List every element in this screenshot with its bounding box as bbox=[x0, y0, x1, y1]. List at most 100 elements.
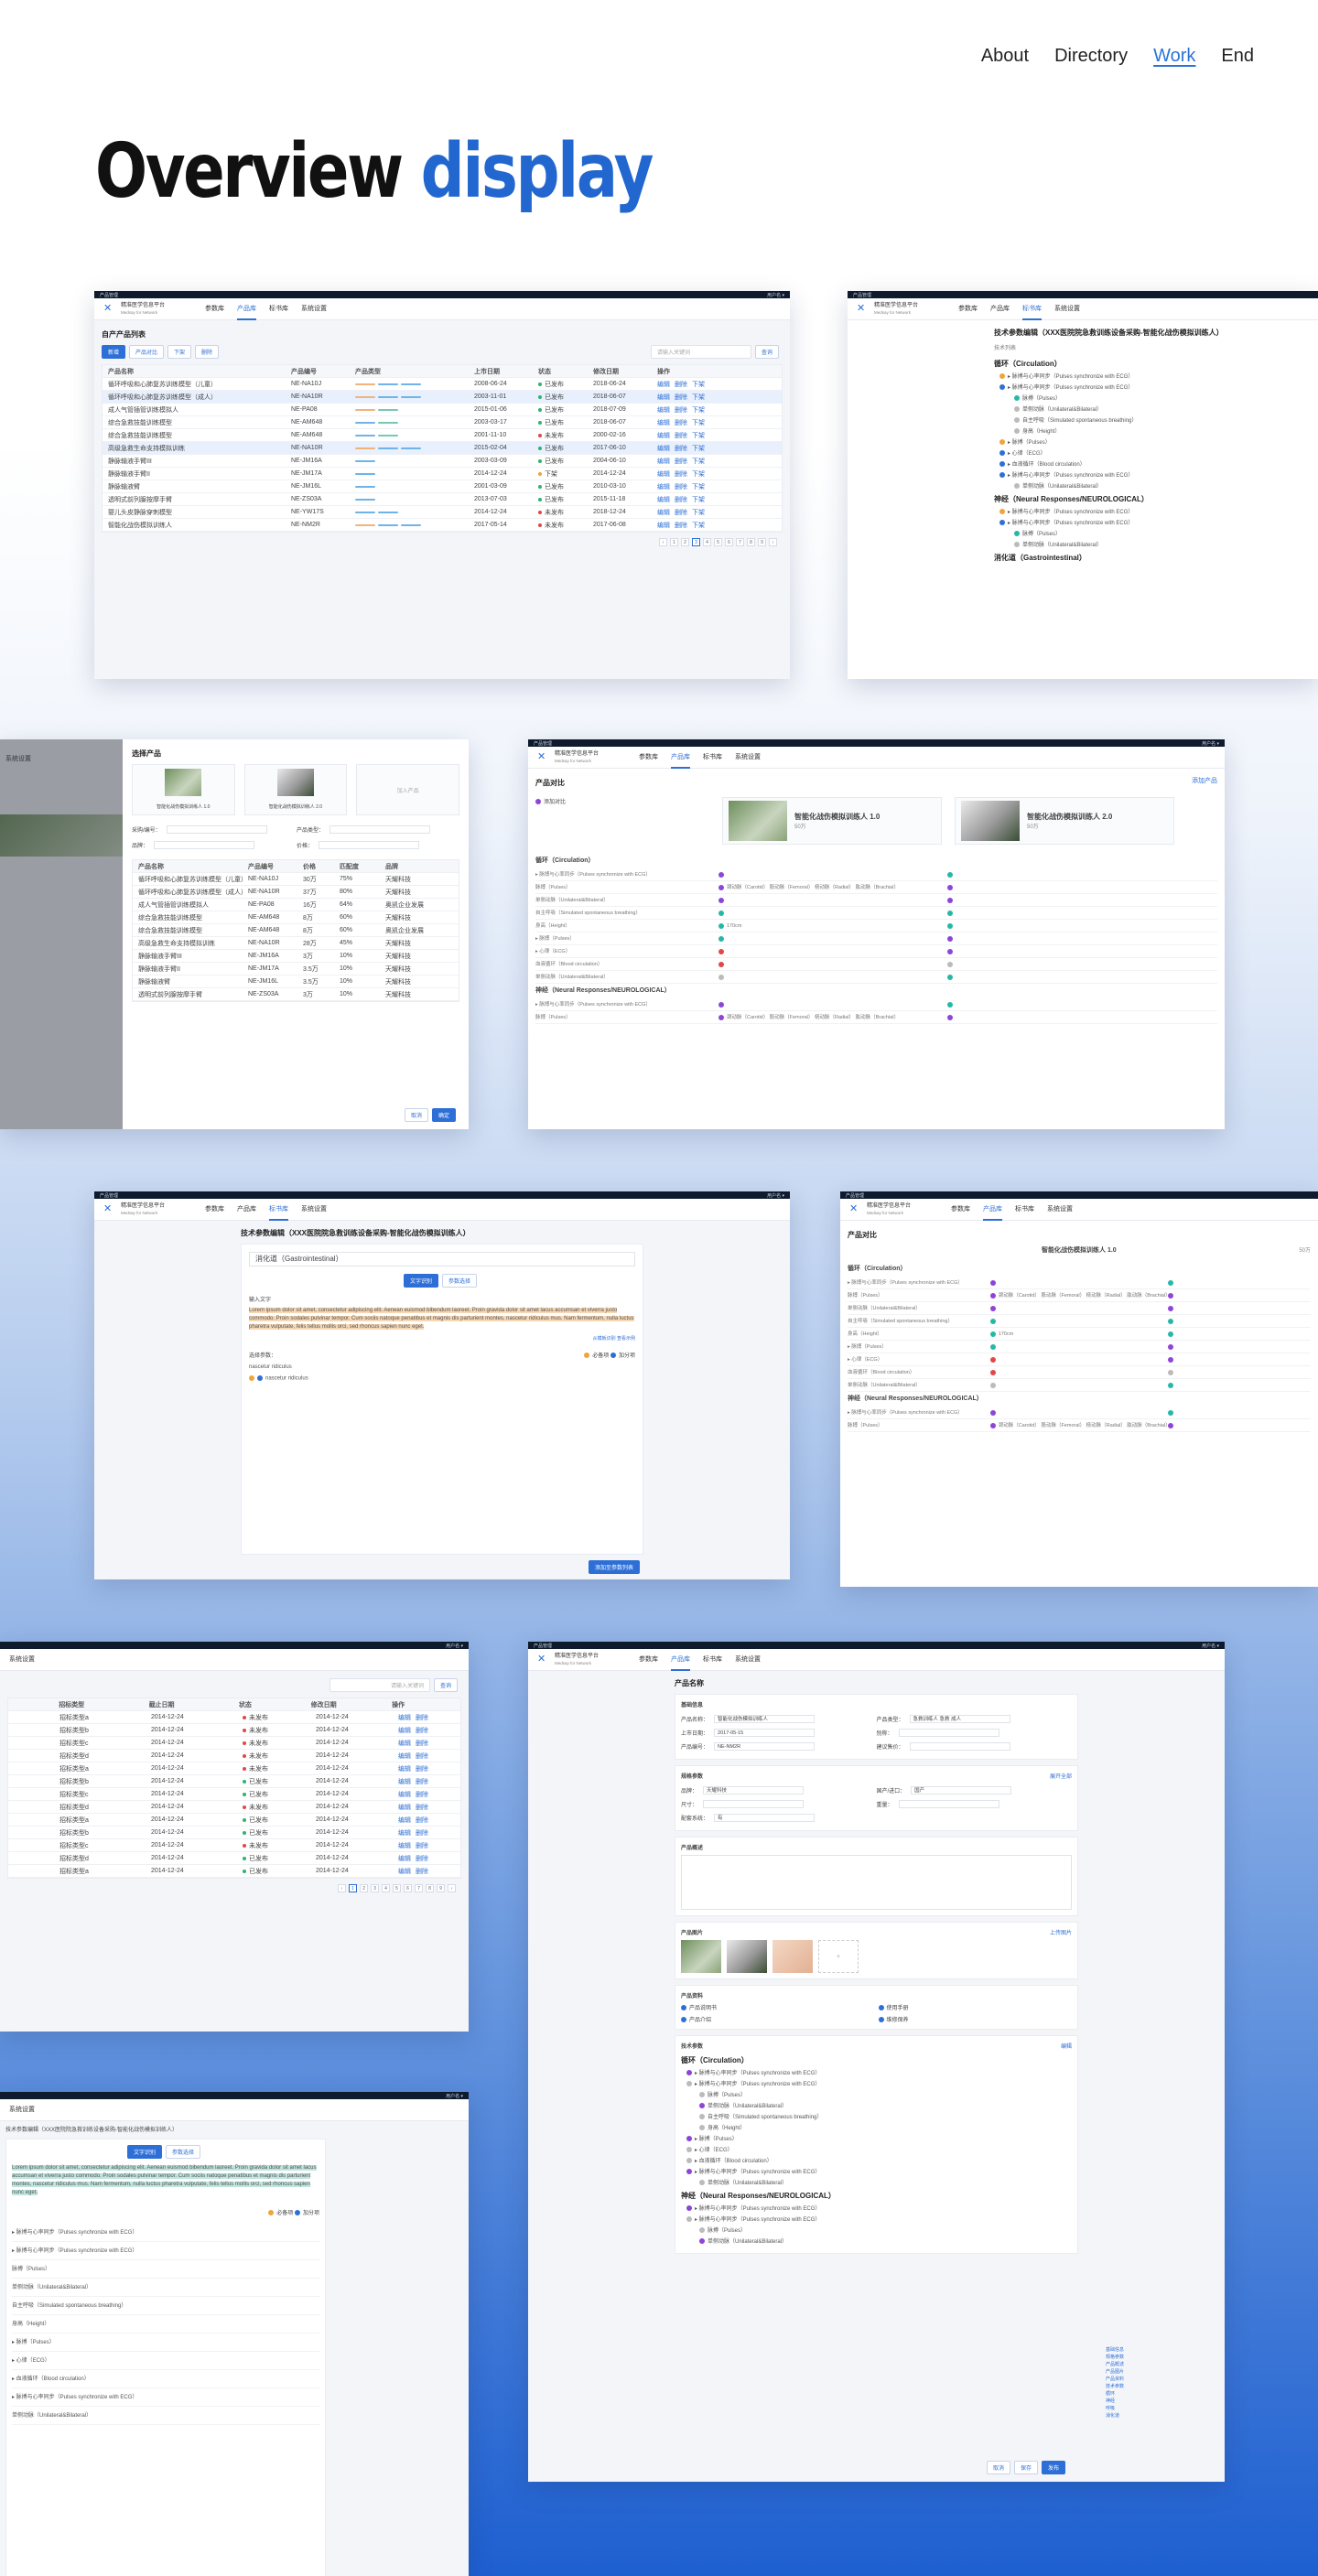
param-row[interactable]: 身高（Height） bbox=[12, 2315, 319, 2333]
row-action-link[interactable]: 删除 bbox=[416, 1856, 428, 1862]
row-action-link[interactable]: 编辑 bbox=[398, 1830, 411, 1837]
row-action-link[interactable]: 编辑 bbox=[398, 1805, 411, 1811]
nav-about[interactable]: About bbox=[981, 46, 1029, 67]
row-action-link[interactable]: 编辑 bbox=[398, 1728, 411, 1734]
param-row[interactable]: ▸ 心律（ECG） bbox=[12, 2352, 319, 2370]
anchor-link[interactable]: 产品图片 bbox=[1106, 2368, 1124, 2376]
tree-item[interactable]: ▸ 心律（ECG） bbox=[994, 448, 1303, 459]
compare-section[interactable]: 循环（Circulation） bbox=[535, 854, 1217, 868]
tree-item[interactable]: 单侧动脉（Unilateral&Bilateral） bbox=[994, 540, 1303, 551]
anchor-link[interactable]: 基础信息 bbox=[1106, 2346, 1124, 2354]
row-action-link[interactable]: 删除 bbox=[416, 1830, 428, 1837]
user-menu[interactable]: 用户名 ▾ bbox=[1202, 1643, 1219, 1649]
upload-link[interactable]: 上传图片 bbox=[1050, 1928, 1072, 1936]
tree-item[interactable]: 脉搏（Pulses） bbox=[681, 2090, 1072, 2101]
anchor-link[interactable]: 循环 bbox=[1106, 2390, 1124, 2398]
tab-settings[interactable]: 系统设置 bbox=[735, 1649, 761, 1671]
tree-item[interactable]: 身高（Height） bbox=[681, 2123, 1072, 2134]
row-action-link[interactable]: 编辑 bbox=[398, 1843, 411, 1849]
page-button[interactable]: 3 bbox=[692, 538, 700, 546]
tree-item[interactable]: ▸ 心律（ECG） bbox=[681, 2145, 1072, 2156]
template-link[interactable]: 从模板识别 bbox=[593, 1336, 616, 1342]
filter-input[interactable] bbox=[154, 841, 255, 849]
tree-item[interactable]: ▸ 脉搏与心率同步（Pulses synchronize with ECG） bbox=[681, 2068, 1072, 2079]
page-button[interactable]: 7 bbox=[415, 1884, 423, 1892]
tab-bids[interactable]: 标书库 bbox=[703, 1649, 722, 1671]
row-action-link[interactable]: 下架 bbox=[692, 523, 705, 529]
tab-bids[interactable]: 标书库 bbox=[269, 1199, 289, 1221]
tree-item[interactable]: ▸ 脉搏与心率同步（Pulses synchronize with ECG） bbox=[681, 2079, 1072, 2090]
row-action-link[interactable]: 下架 bbox=[692, 510, 705, 516]
save-to-list-button[interactable]: 添加至参数列表 bbox=[588, 1560, 640, 1574]
page-button[interactable]: 6 bbox=[404, 1884, 412, 1892]
field-input[interactable]: 有 bbox=[714, 1814, 816, 1822]
product-image[interactable] bbox=[772, 1940, 813, 1973]
tab-settings[interactable]: 系统设置 bbox=[1054, 298, 1080, 320]
table-row[interactable]: 循环呼吸和心肺复苏训练模型（成人） NE-NA10R 37万 80% 天耀科技 bbox=[133, 886, 459, 899]
table-row[interactable]: 透明式前列腺按摩手臂 NE-ZS03A 2013-07-03 已发布 2015-11-… bbox=[103, 493, 782, 506]
page-button[interactable]: 9 bbox=[437, 1884, 445, 1892]
tab-params[interactable]: 参数库 bbox=[958, 298, 978, 320]
page-button[interactable]: 2 bbox=[681, 538, 689, 546]
tree-section[interactable]: 消化道（Gastrointestinal） bbox=[994, 551, 1303, 566]
param-row[interactable]: ▸ 脉搏与心率同步（Pulses synchronize with ECG） bbox=[12, 2388, 319, 2407]
search-input[interactable]: 请输入关键词 bbox=[650, 345, 751, 359]
tree-item[interactable]: ▸ 血液循环（Blood circulation） bbox=[681, 2156, 1072, 2167]
tree-item[interactable]: ▸ 脉搏与心率同步（Pulses synchronize with ECG） bbox=[681, 2204, 1072, 2215]
param-row[interactable]: ▸ 血液循环（Blood circulation） bbox=[12, 2370, 319, 2388]
tab-settings[interactable]: 系统设置 bbox=[1047, 1199, 1073, 1221]
recognized-text[interactable]: Lorem ipsum dolor sit amet, consectetur … bbox=[249, 1307, 635, 1331]
page-button[interactable]: 5 bbox=[393, 1884, 401, 1892]
table-row[interactable]: 招标类型c 2014-12-24 未发布 2014-12-24 编辑 删除 bbox=[8, 1839, 460, 1852]
tree-item[interactable]: 自主呼吸（Simulated spontaneous breathing） bbox=[994, 415, 1303, 426]
page-button[interactable]: 5 bbox=[714, 538, 722, 546]
page-button[interactable]: 7 bbox=[736, 538, 744, 546]
tree-item[interactable]: 单侧动脉（Unilateral&Bilateral） bbox=[994, 404, 1303, 415]
field-input[interactable] bbox=[703, 1800, 805, 1808]
tab-bids[interactable]: 标书库 bbox=[703, 747, 722, 769]
row-action-link[interactable]: 删除 bbox=[675, 394, 687, 401]
anchor-link[interactable]: 规格参数 bbox=[1106, 2354, 1124, 2361]
row-action-link[interactable]: 删除 bbox=[416, 1792, 428, 1798]
row-action-link[interactable]: 删除 bbox=[675, 523, 687, 529]
page-button[interactable]: 1 bbox=[349, 1884, 357, 1892]
page-button[interactable]: 4 bbox=[703, 538, 711, 546]
page-button[interactable]: 6 bbox=[725, 538, 733, 546]
anchor-link[interactable]: 消化道 bbox=[1106, 2412, 1124, 2420]
tree-section[interactable]: 神经（Neural Responses/NEUROLOGICAL） bbox=[994, 492, 1303, 507]
tab-bids[interactable]: 标书库 bbox=[1022, 298, 1043, 320]
toggle-text[interactable]: 文字识别 bbox=[126, 2145, 162, 2159]
page-button[interactable]: ‹ bbox=[659, 538, 667, 546]
filter-input[interactable] bbox=[319, 841, 420, 849]
table-row[interactable]: 高级急救生命支持模拟训练 NE-NA10R 28万 45% 天耀科技 bbox=[133, 937, 459, 950]
tab-products[interactable]: 产品库 bbox=[671, 747, 691, 769]
column-header[interactable]: 操作 bbox=[657, 367, 730, 376]
toggle-params[interactable]: 参数选择 bbox=[166, 2145, 201, 2159]
tree-item[interactable]: ▸ 脉搏（Pulses） bbox=[681, 2134, 1072, 2145]
table-row[interactable]: 招标类型d 2014-12-24 已发布 2014-12-24 编辑 删除 bbox=[8, 1852, 460, 1865]
field-input[interactable]: 急救训练人 急救 成人 bbox=[909, 1715, 1010, 1723]
table-row[interactable]: 循环呼吸和心肺复苏训练模型（儿童） NE-NA10J 2008-06-24 已发布 2… bbox=[103, 378, 782, 391]
row-action-link[interactable]: 编辑 bbox=[398, 1779, 411, 1785]
tab-params[interactable]: 参数库 bbox=[639, 747, 658, 769]
column-header[interactable]: 产品类型 bbox=[355, 367, 474, 376]
user-menu[interactable]: 用户名 ▾ bbox=[446, 2093, 463, 2099]
row-action-link[interactable]: 编辑 bbox=[657, 446, 670, 452]
row-action-link[interactable]: 删除 bbox=[416, 1843, 428, 1849]
anchor-link[interactable]: 产品概述 bbox=[1106, 2361, 1124, 2368]
row-action-link[interactable]: 删除 bbox=[675, 484, 687, 490]
page-button[interactable]: 8 bbox=[426, 1884, 434, 1892]
row-action-link[interactable]: 删除 bbox=[416, 1753, 428, 1760]
category-select[interactable]: 消化道（Gastrointestinal） bbox=[249, 1252, 635, 1266]
table-row[interactable]: 静脉输液臂 NE-JM16L 2001-03-09 已发布 2010-03-10 编辑删… bbox=[103, 480, 782, 493]
cancel-button[interactable]: 取消 bbox=[404, 1108, 428, 1122]
row-action-link[interactable]: 编辑 bbox=[657, 497, 670, 503]
doc-item[interactable]: 产品介绍 bbox=[681, 2015, 875, 2023]
field-input[interactable]: 智能化战伤模拟训练人 bbox=[714, 1715, 816, 1723]
row-action-link[interactable]: 删除 bbox=[416, 1805, 428, 1811]
table-row[interactable]: 招标类型a 2014-12-24 未发布 2014-12-24 编辑 删除 bbox=[8, 1762, 460, 1775]
doc-item[interactable]: 产品说明书 bbox=[681, 2003, 875, 2011]
param-row[interactable]: 脉搏（Pulses） bbox=[12, 2260, 319, 2279]
field-input[interactable]: 国产 bbox=[911, 1786, 1012, 1795]
tree-item[interactable]: ▸ 脉搏（Pulses） bbox=[994, 437, 1303, 448]
